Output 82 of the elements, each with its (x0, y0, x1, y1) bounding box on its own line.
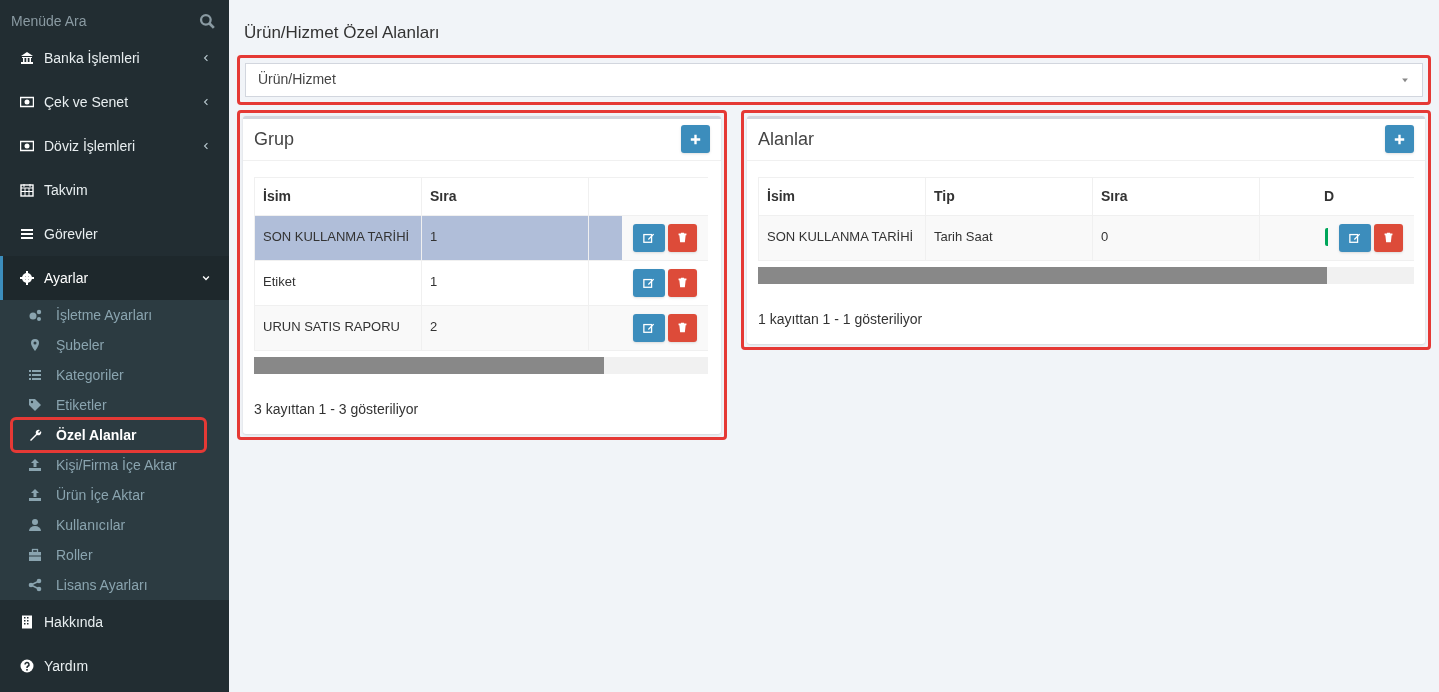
edit-button[interactable] (1339, 223, 1371, 252)
map-pin-icon (28, 338, 42, 352)
edit-icon (1349, 231, 1361, 244)
table-cell: 0 (1092, 215, 1260, 260)
edit-button[interactable] (633, 223, 665, 252)
sidebar-subitem[interactable]: Kişi/Firma İçe Aktar (13, 450, 189, 480)
sidebar-item[interactable]: Ayarlar (0, 256, 229, 300)
record-count: 3 kayıttan 1 - 3 gösteriliyor (254, 399, 420, 419)
table-row[interactable]: Etiket 1 (254, 260, 708, 305)
delete-button[interactable] (1374, 223, 1403, 252)
panel-title: Alanlar (758, 127, 815, 151)
share-icon (28, 578, 42, 592)
wrench-icon (28, 428, 42, 442)
sidebar-subitem[interactable]: Kullanıcılar (13, 510, 138, 540)
sidebar-subitem[interactable]: İşletme Ayarları (13, 300, 165, 330)
sidebar-item[interactable]: Döviz İşlemleri (0, 124, 229, 168)
table-row[interactable]: SON KULLANMA TARİHİ Tarih Saat 0 (758, 215, 1414, 260)
record-count: 1 kayıttan 1 - 1 gösteriliyor (758, 309, 924, 329)
sidebar-subitem[interactable]: Kategoriler (13, 360, 136, 390)
table-cell: SON KULLANMA TARİHİ (254, 215, 422, 260)
column-header: D (1259, 177, 1414, 215)
sidebar-subitem[interactable]: Özel Alanlar (13, 420, 204, 450)
banknote-icon (20, 95, 34, 109)
table-cell: 1 (421, 215, 589, 260)
sidebar-subitem[interactable]: Ürün İçe Aktar (13, 480, 157, 510)
sidebar-item[interactable]: Yardım (0, 644, 229, 688)
sidebar-item[interactable]: Hakkında (0, 600, 229, 644)
trash-icon (677, 232, 688, 243)
column-header: Tip (925, 177, 1093, 215)
trash-icon (677, 277, 688, 288)
building-icon (20, 615, 34, 629)
search-field[interactable]: Menüde Ara (11, 10, 181, 32)
page-title: Ürün/Hizmet Özel Alanları (243, 22, 441, 44)
upload-icon (28, 488, 42, 502)
upload-icon (28, 458, 42, 472)
sidebar-subitem[interactable]: Lisans Ayarları (13, 570, 160, 600)
scrollbar-thumb[interactable] (254, 356, 604, 374)
list-icon (20, 227, 34, 241)
sidebar-item[interactable]: Banka İşlemleri (0, 36, 229, 80)
panel-title: Grup (254, 127, 295, 151)
table-cell: URUN SATIS RAPORU (254, 305, 422, 350)
trash-icon (1383, 232, 1394, 243)
sidebar-item[interactable]: Takvim (0, 168, 229, 212)
calendar-icon (20, 183, 34, 197)
column-header: Sıra (421, 177, 589, 215)
tag-icon (28, 398, 42, 412)
sidebar-subitem[interactable]: Etiketler (13, 390, 119, 420)
user-icon (28, 518, 42, 532)
list-icon (28, 368, 42, 382)
column-header: Sıra (1092, 177, 1260, 215)
edit-icon (643, 276, 655, 289)
plus-icon (1394, 133, 1405, 145)
trash-icon (677, 322, 688, 333)
sidebar-item[interactable]: Çek ve Senet (0, 80, 229, 124)
add-button[interactable] (1385, 125, 1414, 153)
table-cell: Tarih Saat (925, 215, 1093, 260)
bank-icon (20, 51, 34, 65)
sidebar-subitem[interactable]: Şubeler (13, 330, 117, 360)
sidebar-subitem[interactable]: Roller (13, 540, 105, 570)
edit-button[interactable] (633, 313, 665, 342)
question-icon (20, 659, 34, 673)
table-cell: SON KULLANMA TARİHİ (758, 215, 926, 260)
edit-icon (643, 231, 655, 244)
table-row[interactable]: URUN SATIS RAPORU 2 (254, 305, 708, 350)
search-icon (199, 13, 215, 29)
edit-button[interactable] (633, 268, 665, 297)
column-header: İsim (254, 177, 422, 215)
delete-button[interactable] (668, 268, 697, 297)
type-select[interactable]: Ürün/Hizmet (245, 62, 1423, 97)
banknote-icon (20, 139, 34, 153)
table-cell: 1 (421, 260, 589, 305)
edit-icon (643, 321, 655, 334)
delete-button[interactable] (668, 223, 697, 252)
briefcase-icon (28, 548, 42, 562)
table-cell: 2 (421, 305, 589, 350)
table-cell: Etiket (254, 260, 422, 305)
table-row[interactable]: SON KULLANMA TARİHİ 1 (254, 215, 708, 260)
add-button[interactable] (681, 125, 710, 153)
plus-icon (690, 133, 701, 145)
sidebar-item[interactable]: Görevler (0, 212, 229, 256)
column-header: İsim (758, 177, 926, 215)
delete-button[interactable] (668, 313, 697, 342)
